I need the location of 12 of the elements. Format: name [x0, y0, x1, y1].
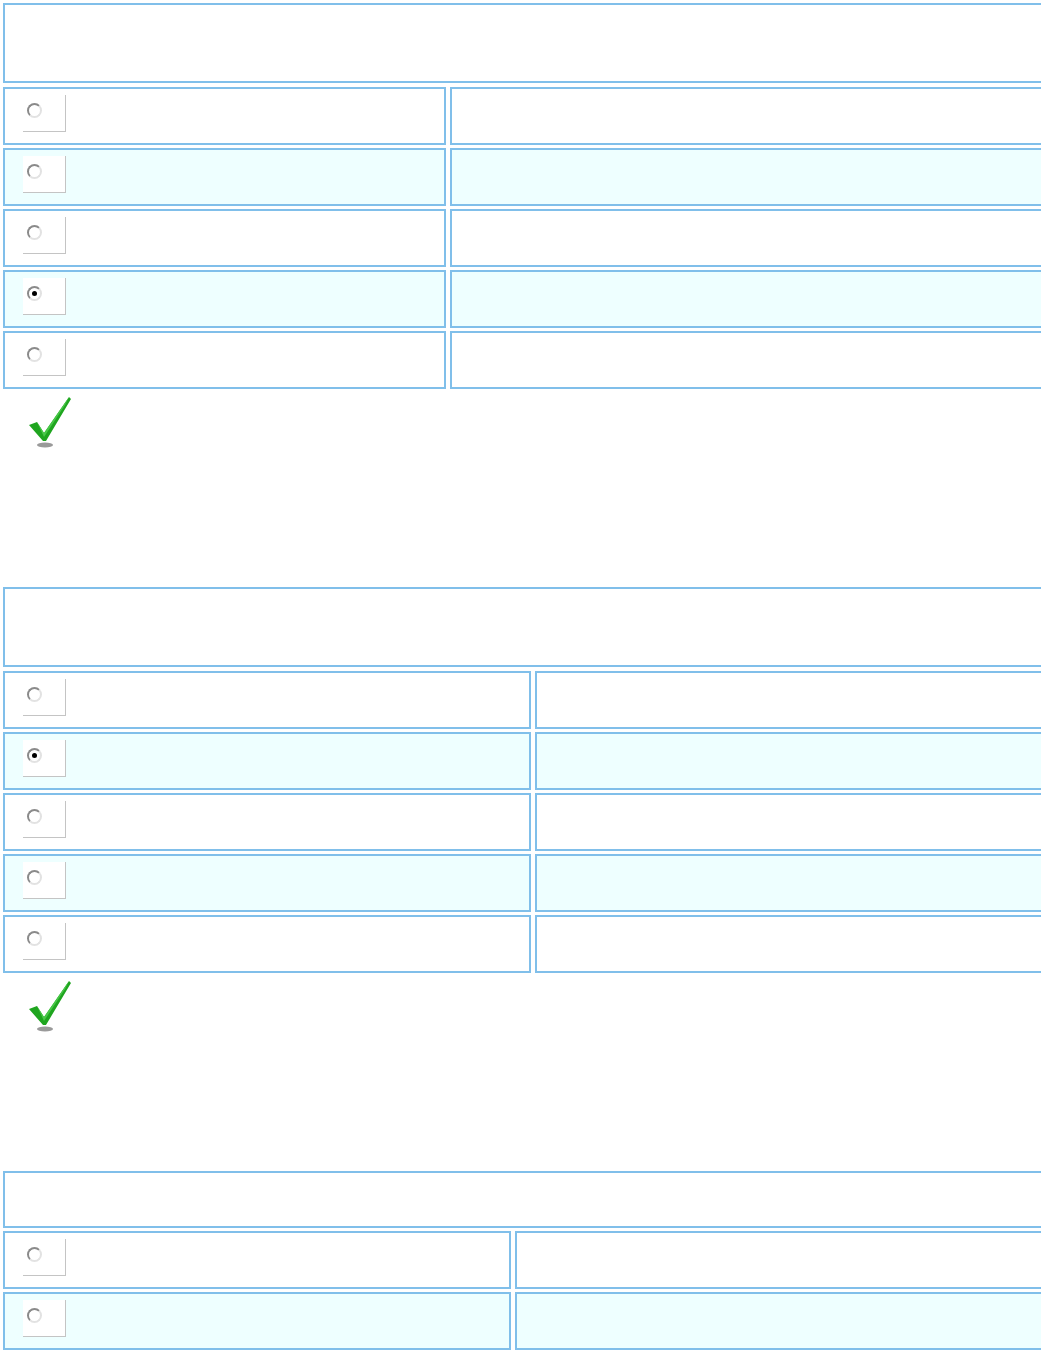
radio-button[interactable]: [27, 225, 42, 240]
radio-button[interactable]: [27, 809, 42, 824]
radio-button[interactable]: [27, 347, 42, 362]
radio-button[interactable]: [27, 1247, 42, 1262]
radio-button[interactable]: [27, 286, 42, 301]
radio-button[interactable]: [27, 748, 42, 763]
radio-button[interactable]: [27, 870, 42, 885]
radio-button[interactable]: [27, 164, 42, 179]
radio-button[interactable]: [27, 931, 42, 946]
radio-button[interactable]: [27, 103, 42, 118]
radio-button[interactable]: [27, 687, 42, 702]
radio-button[interactable]: [27, 1308, 42, 1323]
